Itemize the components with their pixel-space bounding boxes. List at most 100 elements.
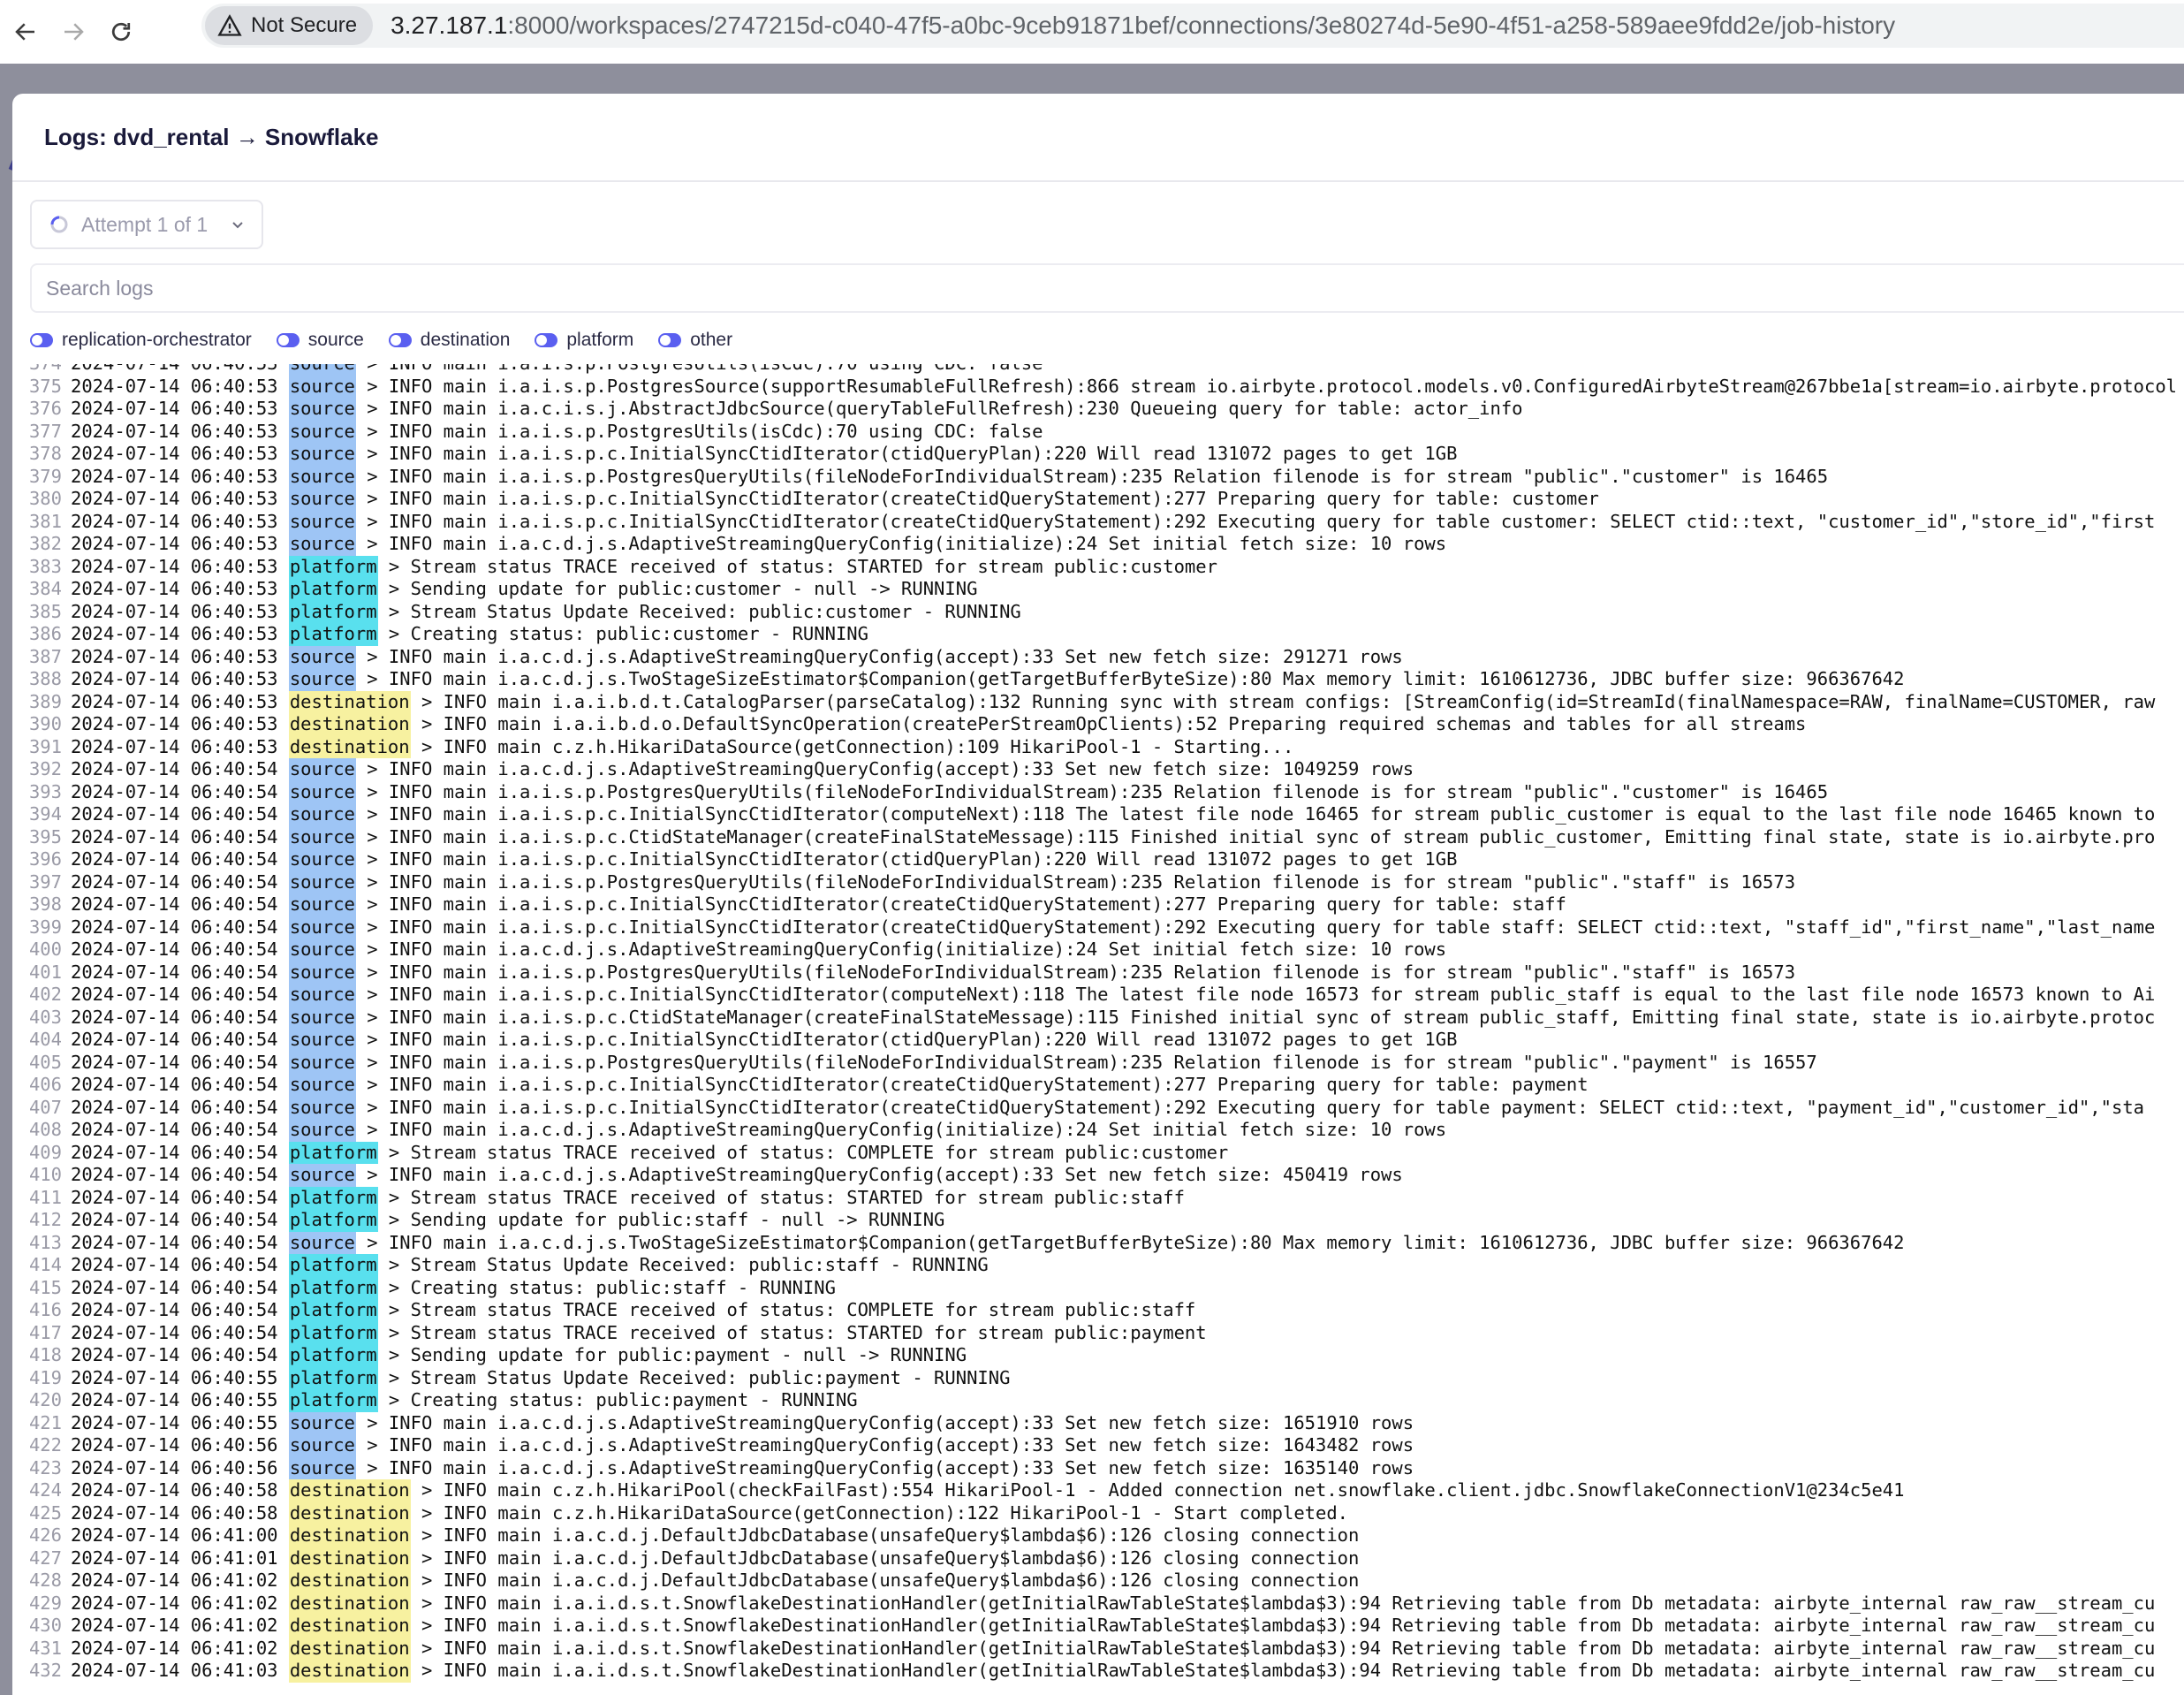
log-timestamp: 2024-07-14 06:40:55 (71, 1366, 278, 1388)
search-logs-input[interactable] (44, 275, 755, 301)
log-source-tag: source (288, 961, 356, 984)
log-source-tag: source (288, 893, 356, 916)
log-timestamp: 2024-07-14 06:40:54 (71, 916, 278, 938)
log-line: 416 2024-07-14 06:40:54 platform > Stream… (12, 1299, 2177, 1322)
log-timestamp: 2024-07-14 06:40:56 (71, 1456, 278, 1478)
forward-arrow-icon[interactable] (60, 19, 87, 45)
log-source-tag: destination (288, 1524, 411, 1547)
search-logs-field[interactable] (30, 263, 2184, 313)
filter-destination[interactable]: destination (388, 330, 510, 351)
chevron-down-icon (232, 222, 243, 229)
line-number: 423 (28, 1456, 62, 1478)
log-line: 414 2024-07-14 06:40:54 platform > Stream… (12, 1254, 2177, 1277)
log-timestamp: 2024-07-14 06:41:02 (71, 1615, 278, 1636)
log-message: > Stream status TRACE received of status… (377, 1141, 1229, 1163)
attempt-label: Attempt 1 of 1 (81, 212, 209, 236)
log-timestamp: 2024-07-14 06:40:54 (71, 939, 278, 960)
log-message: > INFO main i.a.i.s.p.c.CtidStateManager… (355, 825, 2156, 848)
log-message: > INFO main i.a.c.d.j.s.AdaptiveStreamin… (355, 645, 1403, 667)
line-number: 378 (28, 443, 62, 464)
toggle-switch-icon[interactable] (658, 333, 682, 347)
log-message: > INFO main i.a.i.s.p.PostgresQueryUtils… (355, 780, 1829, 802)
line-number: 416 (28, 1299, 62, 1320)
log-line: 425 2024-07-14 06:40:58 destination > INF… (12, 1501, 2177, 1524)
line-number: 401 (28, 961, 62, 983)
back-arrow-icon[interactable] (12, 19, 39, 45)
line-number: 404 (28, 1029, 62, 1050)
log-source-tag: source (288, 533, 356, 556)
toggle-switch-icon[interactable] (535, 333, 558, 347)
log-line: 410 2024-07-14 06:40:54 source > INFO mai… (12, 1164, 2177, 1187)
attempt-dropdown[interactable]: Attempt 1 of 1 (30, 200, 263, 249)
log-timestamp: 2024-07-14 06:40:58 (71, 1501, 278, 1524)
filter-other[interactable]: other (658, 330, 732, 351)
log-timestamp: 2024-07-14 06:40:54 (71, 848, 278, 870)
address-bar[interactable]: Not Secure 3.27.187.1:8000/workspaces/27… (201, 4, 2184, 48)
log-line: 413 2024-07-14 06:40:54 source > INFO mai… (12, 1231, 2177, 1254)
filter-replication-orchestrator[interactable]: replication-orchestrator (30, 330, 252, 351)
log-line: 387 2024-07-14 06:40:53 source > INFO mai… (12, 645, 2177, 668)
log-line: 3742024-07-14 06:40:53 source > INFO mai… (12, 364, 2177, 376)
log-source-tag: source (288, 465, 356, 488)
toggle-switch-icon[interactable] (388, 333, 412, 347)
modal-header: Logs: dvd_rental → Snowflake (12, 94, 2184, 182)
log-message: > INFO main i.a.i.s.p.c.InitialSyncCtidI… (355, 803, 2156, 825)
log-source-tag: source (288, 375, 356, 398)
log-message: > INFO main i.a.c.d.j.s.TwoStageSizeEsti… (355, 668, 1905, 689)
log-message: > INFO main i.a.c.d.j.s.AdaptiveStreamin… (355, 939, 1447, 960)
line-number: 421 (28, 1411, 62, 1433)
log-source-tag: destination (288, 690, 411, 713)
log-source-tag: source (288, 825, 356, 848)
modal-title: Logs: dvd_rental → Snowflake (44, 123, 379, 150)
loading-spinner-icon (50, 216, 68, 233)
log-message: > INFO main i.a.c.d.j.s.AdaptiveStreamin… (355, 1164, 1403, 1185)
log-timestamp: 2024-07-14 06:40:54 (71, 825, 278, 848)
line-number: 389 (28, 690, 62, 712)
log-message: > Creating status: public:customer - RUN… (377, 623, 868, 644)
log-line: 429 2024-07-14 06:41:02 destination > INF… (12, 1592, 2177, 1615)
toggle-switch-icon[interactable] (30, 333, 53, 347)
log-timestamp: 2024-07-14 06:41:02 (71, 1592, 278, 1614)
log-timestamp: 2024-07-14 06:40:54 (71, 1164, 278, 1185)
log-line: 392 2024-07-14 06:40:54 source > INFO mai… (12, 758, 2177, 781)
log-source-tag: source (288, 1119, 356, 1142)
log-message: > INFO main i.a.c.d.j.s.AdaptiveStreamin… (355, 1434, 1414, 1456)
line-number: 430 (28, 1615, 62, 1636)
log-source-tag: source (288, 1434, 356, 1457)
log-source-tag: platform (288, 1389, 378, 1412)
log-source-tag: source (288, 1411, 356, 1434)
log-timestamp: 2024-07-14 06:40:53 (71, 555, 278, 577)
filter-platform[interactable]: platform (535, 330, 633, 351)
log-timestamp: 2024-07-14 06:40:53 (71, 578, 278, 599)
filter-label: other (690, 330, 733, 350)
line-number: 377 (28, 420, 62, 442)
line-number: 428 (28, 1570, 62, 1591)
log-source-filters: replication-orchestrator source destinat… (30, 323, 2184, 357)
log-source-tag: destination (288, 713, 411, 736)
log-message: > Stream status TRACE received of status… (377, 555, 1217, 577)
log-line: 420 2024-07-14 06:40:55 platform > Creati… (12, 1389, 2177, 1412)
log-viewer[interactable]: 3742024-07-14 06:40:53 source > INFO mai… (12, 364, 2184, 1695)
line-number: 403 (28, 1006, 62, 1028)
line-number: 383 (28, 555, 62, 577)
line-number: 408 (28, 1119, 62, 1140)
log-timestamp: 2024-07-14 06:40:54 (71, 1299, 278, 1320)
log-timestamp: 2024-07-14 06:41:00 (71, 1524, 278, 1546)
log-source-tag: platform (288, 1209, 378, 1232)
filter-source[interactable]: source (276, 330, 364, 351)
log-message: > INFO main i.a.i.s.p.PostgresUtils(isCd… (355, 420, 1043, 442)
url-text[interactable]: 3.27.187.1:8000/workspaces/2747215d-c040… (391, 11, 1895, 40)
log-source-tag: source (288, 803, 356, 826)
line-number: 424 (28, 1479, 62, 1501)
security-indicator[interactable]: Not Secure (205, 6, 374, 45)
log-message: > Sending update for public:staff - null… (377, 1209, 945, 1230)
log-message: > INFO main i.a.i.s.p.PostgresQueryUtils… (355, 961, 1796, 983)
log-line: 393 2024-07-14 06:40:54 source > INFO mai… (12, 780, 2177, 803)
log-timestamp: 2024-07-14 06:40:54 (71, 1186, 278, 1208)
reload-icon[interactable] (108, 19, 134, 45)
log-message: > INFO main i.a.i.d.s.t.SnowflakeDestina… (410, 1637, 2156, 1659)
log-source-tag: source (288, 984, 356, 1007)
log-message: > INFO main i.a.i.s.p.c.InitialSyncCtidI… (355, 916, 2156, 938)
log-timestamp: 2024-07-14 06:40:53 (71, 375, 278, 397)
toggle-switch-icon[interactable] (276, 333, 300, 347)
